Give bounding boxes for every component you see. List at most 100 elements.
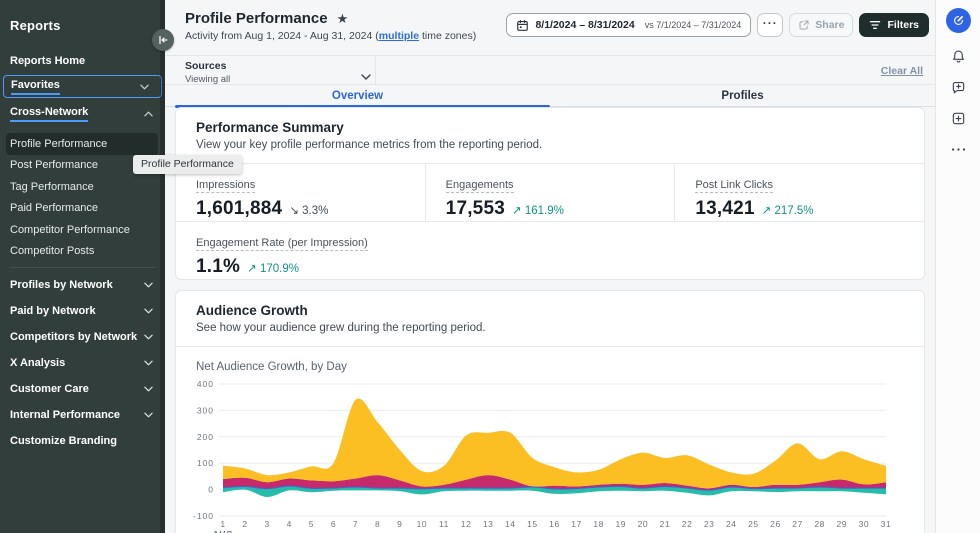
sidebar-item-paid-by-network[interactable]: Paid by Network: [0, 298, 165, 324]
sidebar-item-competitor-performance[interactable]: Competitor Performance: [0, 219, 165, 241]
x-axis-tick: 17: [571, 519, 582, 529]
x-axis-tick: 31: [881, 519, 892, 529]
date-range-button[interactable]: 8/1/2024 – 8/31/2024 vs 7/1/2024 – 7/31/…: [506, 13, 752, 37]
sources-value: Viewing all: [185, 74, 231, 85]
metric-delta-up: ↗ 217.5%: [761, 205, 814, 217]
sidebar-bottom-items: Profiles by Network Paid by Network Compet…: [0, 272, 165, 454]
x-axis-tick: 29: [836, 519, 847, 529]
page-title: Profile Performance: [185, 10, 328, 27]
metric-label[interactable]: Engagements: [445, 179, 514, 193]
report-content: Performance Summary View your key profil…: [165, 107, 935, 533]
x-axis-tick: 22: [682, 519, 693, 529]
share-button[interactable]: Share: [789, 13, 854, 37]
chevron-down-icon: [144, 360, 153, 366]
x-axis-tick: 10: [417, 519, 428, 529]
sidebar-item-reports-home[interactable]: Reports Home: [0, 50, 165, 72]
chevron-down-icon: [140, 84, 149, 89]
x-axis-tick: 14: [505, 519, 516, 529]
summary-title: Performance Summary: [196, 120, 344, 135]
tab-overview[interactable]: Overview: [165, 86, 550, 108]
clear-all-link[interactable]: Clear All: [881, 65, 923, 77]
metric-value: 1,601,884: [196, 198, 283, 219]
x-axis-tick: 5: [309, 519, 314, 529]
x-axis-tick: 4: [287, 519, 292, 529]
metric-post-link-clicks: Post Link Clicks 13,421 ↗ 217.5%: [674, 164, 924, 221]
sidebar-item-x-analysis[interactable]: X Analysis: [0, 350, 165, 376]
chevron-down-icon: [144, 386, 153, 392]
x-axis-month-label: AUG: [213, 529, 234, 533]
x-axis-tick: 9: [397, 519, 402, 529]
sidebar-item-profiles-by-network[interactable]: Profiles by Network: [0, 272, 165, 298]
x-axis-tick: 16: [549, 519, 560, 529]
audience-growth-chart[interactable]: 400 300 200 100 0 -100 1 2 3 4 5 6 7 8 9 10 11 12 13 14 15 16…: [176, 375, 924, 533]
summary-description: View your key profile performance metric…: [196, 139, 543, 151]
sidebar-item-profile-performance[interactable]: Profile Performance: [6, 133, 158, 155]
add-widget-button[interactable]: [950, 110, 966, 126]
notifications-button[interactable]: [950, 48, 966, 64]
x-axis-tick: 7: [353, 519, 358, 529]
sidebar-item-cross-network[interactable]: Cross-Network: [0, 102, 165, 125]
chevron-down-icon: [144, 412, 153, 418]
more-options-button[interactable]: ···: [757, 13, 784, 37]
sidebar-item-competitors-by-network[interactable]: Competitors by Network: [0, 324, 165, 350]
sidebar-item-customize-branding[interactable]: Customize Branding: [0, 428, 165, 454]
x-axis-tick: 30: [859, 519, 870, 529]
sidebar-title: Reports: [10, 18, 61, 33]
filter-icon: [870, 21, 881, 30]
x-axis-tick: 8: [375, 519, 380, 529]
right-icon-rail: [935, 0, 980, 533]
x-axis-tick: 24: [726, 519, 737, 529]
sidebar-item-tag-performance[interactable]: Tag Performance: [0, 176, 165, 198]
metric-delta-up: ↗ 170.9%: [247, 263, 299, 275]
x-axis-tick: 19: [615, 519, 626, 529]
net-audience-growth-svg: 4003002001000-1001 2 3 4 5 6 7 8 9 10 11 12 13 14 15 16…: [193, 379, 892, 533]
x-axis-tick: 26: [770, 519, 781, 529]
x-axis-tick: 27: [792, 519, 803, 529]
collapse-left-icon: [159, 35, 168, 45]
sidebar-collapse-button[interactable]: [152, 29, 174, 51]
metric-value: 17,553: [445, 198, 505, 219]
sidebar-item-customer-care[interactable]: Customer Care: [0, 376, 165, 402]
square-plus-icon: [952, 112, 964, 124]
metric-delta-down: ↘ 3.3%: [289, 205, 329, 217]
x-axis-tick: 28: [814, 519, 825, 529]
metrics-grid: Impressions 1,601,884 ↘ 3.3% Engagements 17,…: [176, 163, 924, 279]
sidebar-divider: [10, 267, 155, 268]
metric-engagements: Engagements 17,553 ↗ 161.9%: [424, 164, 675, 221]
multiple-timezones-link[interactable]: multiple: [379, 30, 419, 42]
filters-button[interactable]: Filters: [859, 13, 929, 37]
sidebar-item-competitor-posts[interactable]: Competitor Posts: [0, 241, 165, 263]
rail-more-button[interactable]: [950, 141, 966, 157]
chevron-down-icon: [144, 334, 153, 340]
ellipsis-icon: [951, 147, 965, 151]
feedback-button[interactable]: [950, 79, 966, 95]
sidebar-item-label: Cross-Network: [10, 106, 89, 122]
sidebar-tooltip: Profile Performance: [133, 155, 242, 174]
sidebar-item-label: Internal Performance: [10, 409, 121, 421]
x-axis-tick: 12: [461, 519, 472, 529]
x-axis-tick: 3: [265, 519, 270, 529]
sources-dropdown[interactable]: Sources Viewing all: [185, 60, 230, 85]
compose-pen-icon: [953, 16, 963, 25]
favorite-star-icon[interactable]: ★: [337, 11, 349, 27]
y-axis-tick: 200: [197, 432, 214, 442]
x-axis-tick: 11: [439, 519, 449, 529]
sources-bar: Sources Viewing all Clear All: [165, 55, 935, 85]
sidebar-cross-network-items: Profile Performance Post Performance Tag P…: [0, 133, 165, 262]
header-controls: 8/1/2024 – 8/31/2024 vs 7/1/2024 – 7/31/…: [506, 13, 929, 37]
share-icon: [799, 20, 809, 30]
compose-button[interactable]: [945, 8, 971, 33]
sidebar-item-internal-performance[interactable]: Internal Performance: [0, 402, 165, 428]
sidebar-item-label: X Analysis: [10, 357, 66, 369]
metric-label[interactable]: Engagement Rate (per Impression): [196, 237, 368, 251]
tab-profiles[interactable]: Profiles: [550, 86, 935, 106]
metric-engagement-rate-per-impression: Engagement Rate (per Impression) 1.1% ↗ 17…: [176, 222, 924, 289]
sidebar-item-favorites[interactable]: Favorites: [3, 75, 162, 98]
x-axis-tick: 13: [483, 519, 494, 529]
reports-sidebar: Reports Reports Home Favorites Cross-Netwo…: [0, 0, 165, 533]
metric-label[interactable]: Impressions: [196, 179, 256, 193]
sidebar-item-label: Customize Branding: [10, 435, 117, 447]
sidebar-item-paid-performance[interactable]: Paid Performance: [0, 198, 165, 220]
sources-chevron-down-icon[interactable]: [361, 67, 371, 85]
metric-label[interactable]: Post Link Clicks: [695, 179, 773, 193]
